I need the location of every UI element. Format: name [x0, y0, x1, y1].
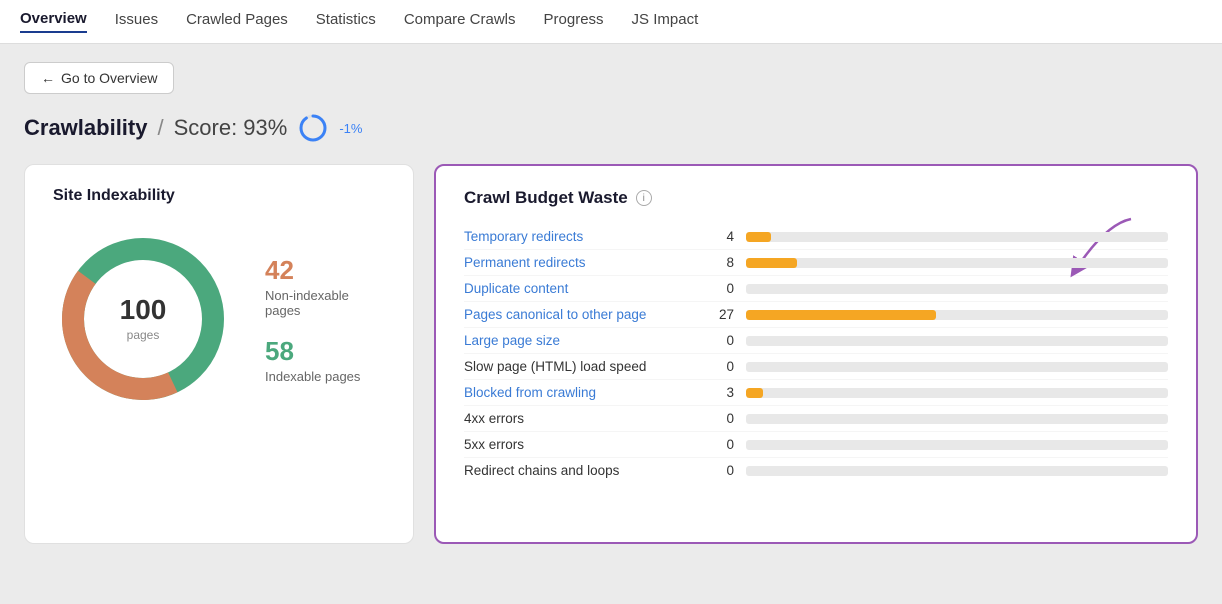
- nav-progress[interactable]: Progress: [544, 11, 604, 32]
- budget-count: 0: [704, 359, 734, 374]
- budget-count: 0: [704, 463, 734, 478]
- budget-bar-fill: [746, 310, 936, 320]
- page-title-row: Crawlability / Score: 93% -1%: [24, 112, 1198, 144]
- budget-row: Redirect chains and loops0: [464, 458, 1168, 483]
- score-change: -1%: [339, 121, 362, 136]
- budget-count: 3: [704, 385, 734, 400]
- budget-bar-track: [746, 466, 1168, 476]
- budget-label[interactable]: Permanent redirects: [464, 255, 704, 270]
- budget-row: Permanent redirects8: [464, 250, 1168, 276]
- budget-card-header: Crawl Budget Waste i: [464, 188, 1168, 208]
- budget-bar-fill: [746, 258, 797, 268]
- page-title: Crawlability: [24, 115, 147, 141]
- donut-label: pages: [127, 328, 160, 342]
- nav-js-impact[interactable]: JS Impact: [632, 11, 699, 32]
- budget-row: Pages canonical to other page27: [464, 302, 1168, 328]
- stats-column: 42 Non-indexable pages 58 Indexable page…: [265, 255, 385, 384]
- back-button[interactable]: ← Go to Overview: [24, 62, 174, 94]
- budget-label[interactable]: Blocked from crawling: [464, 385, 704, 400]
- main-content: ← Go to Overview Crawlability / Score: 9…: [0, 44, 1222, 604]
- budget-row: 5xx errors0: [464, 432, 1168, 458]
- budget-count: 0: [704, 437, 734, 452]
- budget-bar-track: [746, 440, 1168, 450]
- budget-label: Slow page (HTML) load speed: [464, 359, 704, 374]
- indexable-value: 58: [265, 336, 385, 367]
- donut-total: 100: [120, 294, 167, 326]
- budget-count: 0: [704, 333, 734, 348]
- indexable-stat: 58 Indexable pages: [265, 336, 385, 384]
- budget-bar-track: [746, 284, 1168, 294]
- info-icon[interactable]: i: [636, 190, 652, 206]
- budget-bar-track: [746, 258, 1168, 268]
- back-button-label: Go to Overview: [61, 70, 157, 86]
- budget-count: 0: [704, 281, 734, 296]
- non-indexable-label: Non-indexable pages: [265, 288, 385, 318]
- nav-overview[interactable]: Overview: [20, 10, 87, 33]
- budget-rows: Temporary redirects4Permanent redirects8…: [464, 224, 1168, 483]
- budget-bar-fill: [746, 388, 763, 398]
- score-circle: [297, 112, 329, 144]
- budget-count: 4: [704, 229, 734, 244]
- budget-label[interactable]: Pages canonical to other page: [464, 307, 704, 322]
- donut-container: 100 pages 42 Non-indexable pages 58 Inde…: [53, 229, 385, 409]
- donut-center: 100 pages: [120, 294, 167, 344]
- nav-statistics[interactable]: Statistics: [316, 11, 376, 32]
- score-text: Score: 93%: [174, 115, 288, 141]
- budget-bar-track: [746, 310, 1168, 320]
- budget-row: Temporary redirects4: [464, 224, 1168, 250]
- donut-chart: 100 pages: [53, 229, 233, 409]
- budget-bar-track: [746, 414, 1168, 424]
- indexability-card: Site Indexability 100 pages: [24, 164, 414, 544]
- back-arrow-icon: ←: [41, 70, 55, 86]
- top-navigation: Overview Issues Crawled Pages Statistics…: [0, 0, 1222, 44]
- budget-label[interactable]: Duplicate content: [464, 281, 704, 296]
- budget-row: Blocked from crawling3: [464, 380, 1168, 406]
- budget-row: Slow page (HTML) load speed0: [464, 354, 1168, 380]
- nav-issues[interactable]: Issues: [115, 11, 158, 32]
- budget-label: Redirect chains and loops: [464, 463, 704, 478]
- budget-bar-track: [746, 232, 1168, 242]
- budget-count: 27: [704, 307, 734, 322]
- budget-label: 4xx errors: [464, 411, 704, 426]
- budget-label[interactable]: Temporary redirects: [464, 229, 704, 244]
- budget-bar-track: [746, 362, 1168, 372]
- budget-bar-fill: [746, 232, 771, 242]
- nav-crawled-pages[interactable]: Crawled Pages: [186, 11, 288, 32]
- budget-count: 0: [704, 411, 734, 426]
- budget-waste-card: Crawl Budget Waste i Temporary redirects…: [434, 164, 1198, 544]
- budget-row: Large page size0: [464, 328, 1168, 354]
- budget-bar-track: [746, 388, 1168, 398]
- non-indexable-value: 42: [265, 255, 385, 286]
- budget-card-title: Crawl Budget Waste: [464, 188, 628, 208]
- budget-row: 4xx errors0: [464, 406, 1168, 432]
- budget-label[interactable]: Large page size: [464, 333, 704, 348]
- title-separator: /: [157, 115, 163, 141]
- budget-count: 8: [704, 255, 734, 270]
- nav-compare-crawls[interactable]: Compare Crawls: [404, 11, 516, 32]
- budget-row: Duplicate content0: [464, 276, 1168, 302]
- indexability-card-title: Site Indexability: [53, 187, 385, 205]
- non-indexable-stat: 42 Non-indexable pages: [265, 255, 385, 318]
- cards-row: Site Indexability 100 pages: [24, 164, 1198, 544]
- budget-bar-track: [746, 336, 1168, 346]
- indexable-label: Indexable pages: [265, 369, 385, 384]
- budget-label: 5xx errors: [464, 437, 704, 452]
